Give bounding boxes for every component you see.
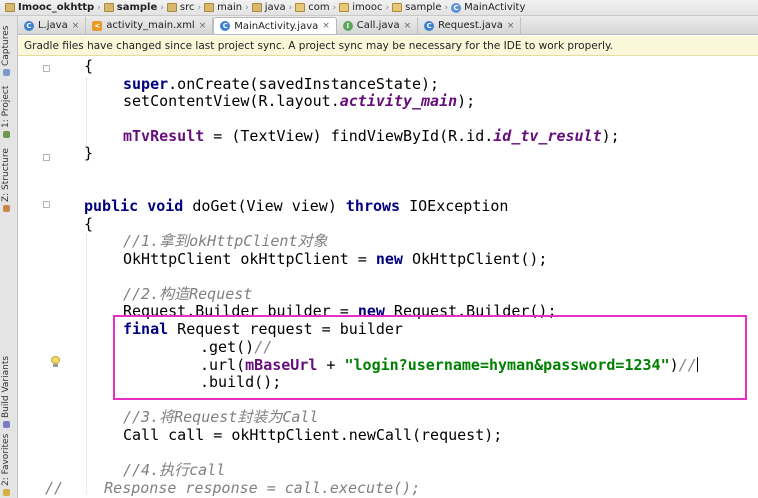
code-comment: //2.构造Request [123, 285, 253, 303]
code-editor[interactable]: { super.onCreate(savedInstanceState); se… [0, 0, 758, 498]
code-line: } [84, 144, 94, 162]
code-comment: //3.将Request封装为Call [123, 408, 319, 426]
code-line: setContentView(R.layout.activity_main); [123, 92, 476, 110]
code-line: public void doGet(View view) throws IOEx… [84, 197, 509, 215]
code-line: mTvResult = (TextView) findViewById(R.id… [123, 127, 620, 145]
code-line: { [84, 57, 94, 75]
code-comment: // Response response = call.execute(); [45, 479, 421, 497]
code-line: super.onCreate(savedInstanceState); [123, 75, 440, 93]
code-line: OkHttpClient okHttpClient = new OkHttpCl… [123, 250, 548, 268]
code-comment: //1.拿到okHttpClient对象 [123, 232, 328, 250]
highlight-box [113, 315, 747, 400]
code-line: { [84, 215, 94, 233]
code-comment: //4.执行call [123, 461, 226, 479]
code-line: Call call = okHttpClient.newCall(request… [123, 426, 503, 444]
